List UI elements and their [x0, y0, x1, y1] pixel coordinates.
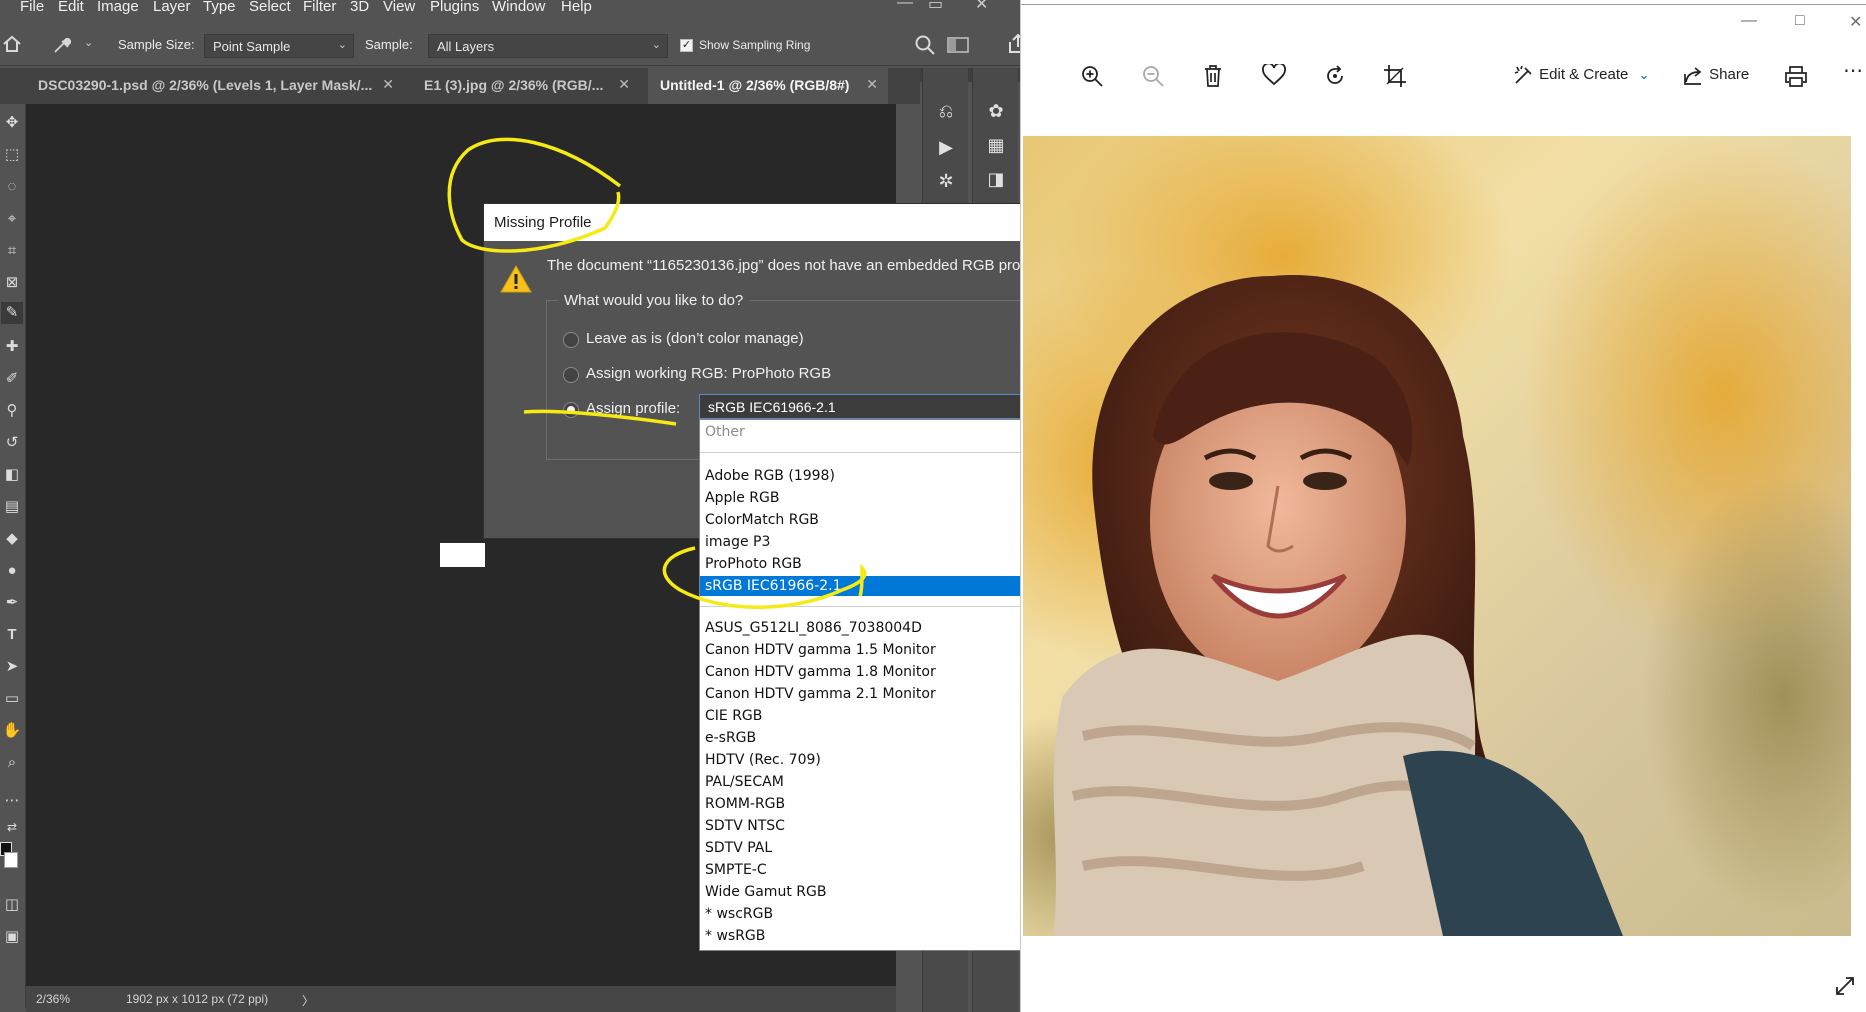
annotation-overlay: [447, 137, 867, 609]
annotation-circle-title: [447, 137, 622, 253]
annotation-circle-srgb: [662, 546, 867, 609]
annotation-underline-assign-profile: [523, 409, 677, 426]
